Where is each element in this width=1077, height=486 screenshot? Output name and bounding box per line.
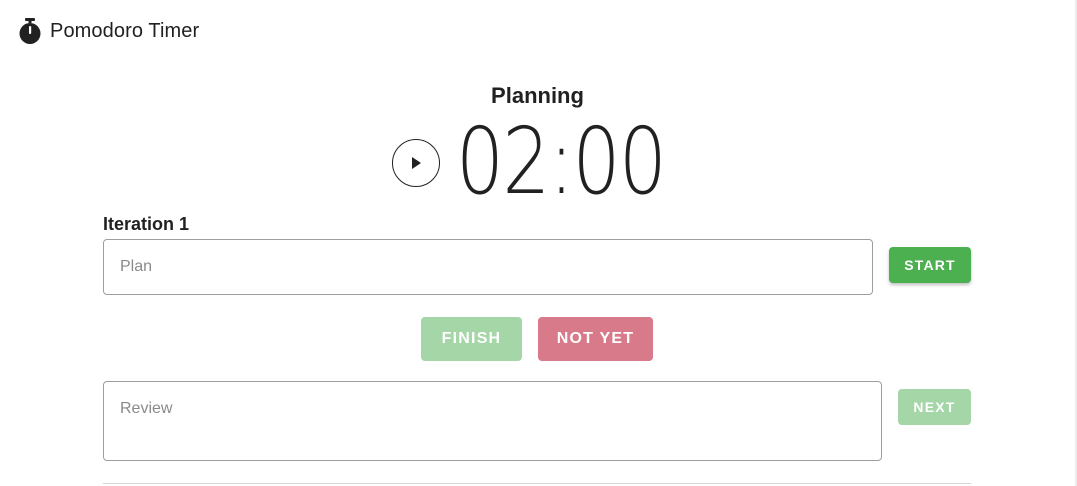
timer-display: 02:00 (456, 108, 667, 215)
review-input[interactable] (103, 381, 882, 461)
divider (103, 483, 971, 484)
app-title: Pomodoro Timer (50, 19, 200, 42)
app-header: Pomodoro Timer (18, 16, 199, 46)
next-button[interactable]: NEXT (898, 389, 971, 425)
pomodoro-page: Pomodoro Timer Planning 02:00 Iteration … (0, 0, 1077, 486)
phase-title: Planning (491, 83, 584, 108)
finish-button[interactable]: FINISH (421, 317, 522, 361)
start-button[interactable]: START (889, 247, 971, 283)
iteration-label: Iteration 1 (103, 214, 190, 234)
not-yet-button[interactable]: NOT YET (538, 317, 653, 361)
stopwatch-icon (18, 17, 42, 45)
play-button[interactable] (392, 139, 440, 187)
play-icon (412, 157, 421, 169)
plan-input[interactable] (103, 239, 873, 295)
